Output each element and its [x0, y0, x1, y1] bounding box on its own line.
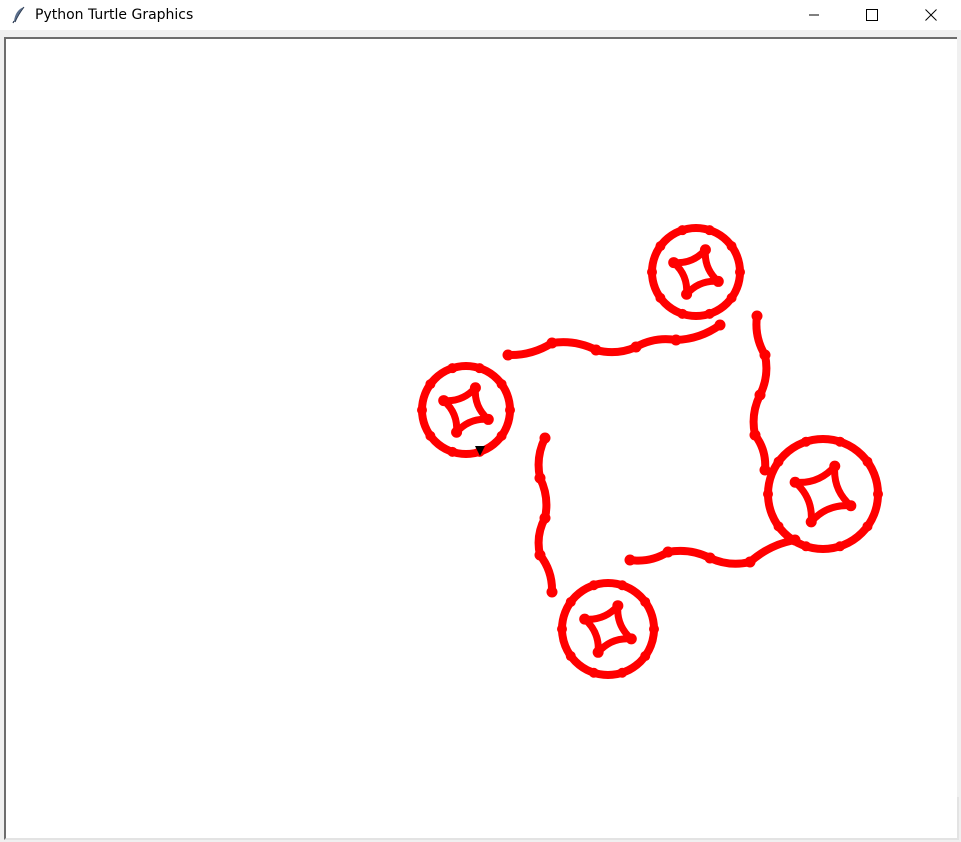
- wave-left-dot: [534, 549, 546, 561]
- flower-bottom-ring-dot: [617, 667, 628, 678]
- flower-left-ring-dot: [447, 363, 458, 374]
- wave-top-dot: [590, 344, 602, 356]
- flower-bottom-ring-dot: [640, 651, 651, 662]
- flower-bottom-ring-dot: [588, 667, 599, 678]
- flower-left-petal-dot: [438, 395, 450, 407]
- flower-top-ring-dot: [704, 225, 715, 236]
- wave-left-dot: [546, 586, 558, 598]
- flower-right-ring-dot: [773, 456, 784, 467]
- flower-bottom-petal-dot: [612, 600, 624, 612]
- wave-bottom-dot: [789, 534, 801, 546]
- flower-right-petal: [791, 478, 815, 526]
- flower-right-ring-dot: [834, 436, 845, 447]
- flower-left-ring-dot: [474, 363, 485, 374]
- flower-top-petal-dot: [681, 288, 693, 300]
- flower-top-petal-dot: [668, 257, 680, 269]
- wave-bottom-dot: [624, 554, 636, 566]
- flower-right-ring-dot: [862, 456, 873, 467]
- flower-right-ring-dot: [801, 436, 812, 447]
- flower-top-petal-dot: [699, 244, 711, 256]
- flower-left-ring-dot: [496, 430, 507, 441]
- wave-top-dot: [630, 341, 642, 353]
- wave-top-dot: [714, 319, 726, 331]
- close-icon: [925, 9, 937, 21]
- wave-top-dot: [670, 334, 682, 346]
- wave-right-dot: [759, 464, 771, 476]
- flower-right-ring-dot: [763, 489, 773, 499]
- flower-bottom-ring-dot: [565, 651, 576, 662]
- flower-bottom-ring-dot: [649, 624, 659, 634]
- wave-left-dot: [539, 432, 551, 444]
- wave-right-dot: [749, 429, 761, 441]
- flower-left-petal-dot: [469, 382, 481, 394]
- flower-right-petal-dot: [829, 460, 841, 472]
- flower-bottom-ring: [558, 579, 658, 679]
- flower-right-ring-dot: [862, 521, 873, 532]
- flower-right-ring-dot: [873, 489, 883, 499]
- flower-left-ring-dot: [425, 379, 436, 390]
- feather-icon: [11, 6, 27, 24]
- maximize-button[interactable]: [843, 0, 901, 30]
- flower-top-ring-dot: [704, 308, 715, 319]
- wave-left-dot: [534, 472, 546, 484]
- flower-bottom-ring-dot: [617, 580, 628, 591]
- flower-right-petal-dot: [805, 516, 817, 528]
- minimize-button[interactable]: [785, 0, 843, 30]
- flower-top-ring: [648, 224, 744, 320]
- window-title: Python Turtle Graphics: [35, 7, 194, 23]
- flower-top-ring-dot: [726, 241, 737, 252]
- wave-bottom-dot: [744, 556, 756, 568]
- wave-bottom-dot: [662, 546, 674, 558]
- flower-right-ring-dot: [801, 541, 812, 552]
- flower-top-ring-dot: [726, 292, 737, 303]
- wave-top-dot: [502, 349, 514, 361]
- flower-left-petal-dot: [451, 426, 463, 438]
- minimize-icon: [808, 9, 820, 21]
- flower-right-ring-dot: [834, 541, 845, 552]
- flower-bottom-ring-dot: [640, 596, 651, 607]
- maximize-icon: [866, 9, 878, 21]
- flower-right-ring: [764, 435, 882, 553]
- turtle-window: Python Turtle Graphics: [0, 0, 961, 842]
- flower-left-ring-dot: [447, 446, 458, 457]
- flower-right-petal-dot: [789, 476, 801, 488]
- flower-bottom-petal-dot: [592, 646, 604, 658]
- flower-top-ring-dot: [647, 267, 657, 277]
- flower-top-ring-dot: [655, 292, 666, 303]
- window-edge: [957, 37, 961, 797]
- flower-left-ring-dot: [505, 405, 515, 415]
- flower-top-ring-dot: [655, 241, 666, 252]
- flower-left-ring-dot: [417, 405, 427, 415]
- flower-top-ring-dot: [735, 267, 745, 277]
- wave-top: [504, 321, 724, 360]
- flower-right-petal: [791, 462, 839, 486]
- flower-bottom-ring-dot: [565, 596, 576, 607]
- wave-right-dot: [751, 310, 763, 322]
- flower-bottom-ring-dot: [557, 624, 567, 634]
- flower-right-petal: [807, 502, 855, 526]
- flower-left-ring: [418, 362, 514, 458]
- wave-bottom-dot: [704, 552, 716, 564]
- wave-right-dot: [759, 349, 771, 361]
- turtle-canvas[interactable]: [4, 37, 959, 840]
- flower-left-ring-dot: [425, 430, 436, 441]
- close-button[interactable]: [901, 0, 961, 30]
- flower-top-ring-dot: [677, 225, 688, 236]
- flower-right-ring-dot: [773, 521, 784, 532]
- flower-right-petal: [831, 462, 855, 510]
- turtle-drawing: [417, 224, 883, 679]
- wave-top-dot: [546, 337, 558, 349]
- flower-bottom-petal-dot: [579, 613, 591, 625]
- flower-bottom-ring-dot: [588, 580, 599, 591]
- flower-left-ring-dot: [496, 379, 507, 390]
- flower-top-ring-dot: [677, 308, 688, 319]
- title-bar[interactable]: Python Turtle Graphics: [0, 0, 961, 30]
- wave-left-dot: [539, 512, 551, 524]
- wave-right-dot: [754, 389, 766, 401]
